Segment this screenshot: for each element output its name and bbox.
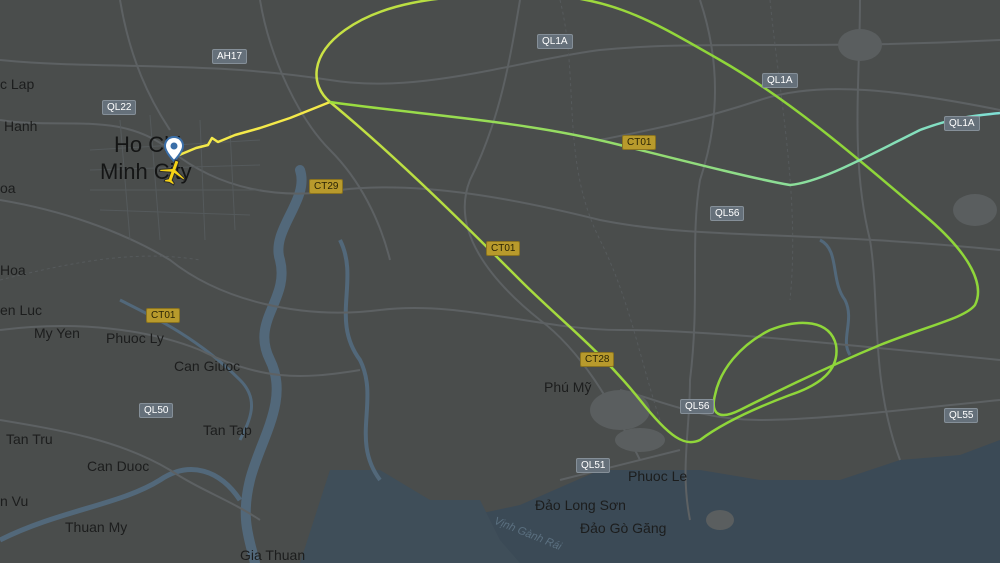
place-label: Tan Tru	[6, 431, 53, 447]
place-label: Can Duoc	[87, 458, 150, 474]
place-label: Đảo Long Sơn	[535, 497, 626, 513]
place-label: Hoa	[0, 262, 26, 278]
road-shield: QL1A	[762, 73, 798, 88]
place-label: My Yen	[34, 325, 80, 341]
place-label: Phuoc Ly	[106, 330, 164, 346]
place-label: en Luc	[0, 302, 43, 318]
road-shield: CT01	[622, 135, 657, 150]
place-label: Hanh	[4, 118, 38, 134]
place-label: Đảo Gò Găng	[580, 520, 667, 536]
place-label: oa	[0, 180, 16, 196]
road-shield: QL51	[576, 458, 611, 473]
place-label: n Vu	[0, 493, 29, 509]
road-shield: CT01	[146, 308, 181, 323]
road-shield: CT29	[309, 179, 344, 194]
place-label: Thuan My	[65, 519, 128, 535]
road-shield: QL56	[680, 399, 715, 414]
road-shield: CT01	[486, 241, 521, 256]
flight-track-map[interactable]: Ho Chi Minh City c Lap Hanh oa Hoa en Lu…	[0, 0, 1000, 563]
place-label: Gia Thuan	[240, 547, 306, 563]
airplane-icon[interactable]	[158, 158, 188, 186]
map-base	[0, 0, 1000, 563]
road-shield: CT28	[580, 352, 615, 367]
road-shield: AH17	[212, 49, 248, 64]
road-shield: QL56	[710, 206, 745, 221]
road-shield: QL1A	[944, 116, 980, 131]
road-shield: QL22	[102, 100, 137, 115]
road-shield: QL55	[944, 408, 979, 423]
place-label: Can Giuoc	[174, 358, 241, 374]
place-label: Phuoc Le	[628, 468, 688, 484]
place-label: Tan Tap	[203, 422, 252, 438]
place-label: Phú Mỹ	[544, 379, 592, 395]
road-shield: QL50	[139, 403, 174, 418]
road-shield: QL1A	[537, 34, 573, 49]
place-label: c Lap	[0, 76, 35, 92]
